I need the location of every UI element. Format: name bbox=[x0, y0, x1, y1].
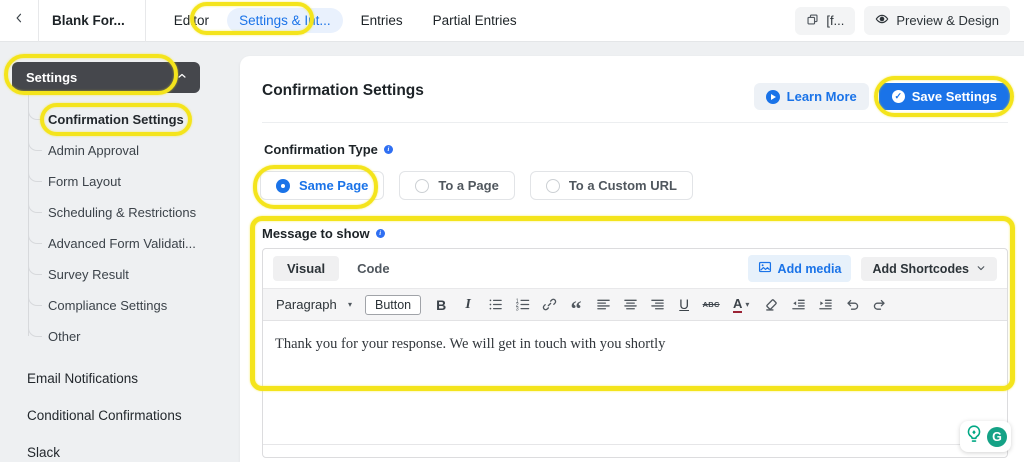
sidebar-item-label: Form Layout bbox=[48, 174, 121, 189]
underline-icon[interactable]: U bbox=[671, 292, 697, 318]
indent-icon[interactable] bbox=[812, 292, 838, 318]
radio-option-label: To a Page bbox=[438, 178, 499, 193]
divider bbox=[144, 0, 146, 42]
editor-tabrow: Visual Code Add media Add Shortcodes bbox=[263, 249, 1007, 288]
shortcode-button-label: [f... bbox=[826, 13, 845, 28]
grammarly-icon: G bbox=[987, 426, 1007, 447]
add-shortcodes-dropdown[interactable]: Add Shortcodes bbox=[861, 256, 997, 281]
sidebar-item-label: Admin Approval bbox=[48, 143, 140, 158]
sidebar-root-list: Email Notifications Conditional Confirmat… bbox=[0, 360, 240, 462]
sidebar-item-label: Survey Result bbox=[48, 267, 129, 282]
settings-sidebar: Settings Confirmation Settings Admin Appr… bbox=[0, 42, 240, 462]
tab-partial-entries[interactable]: Partial Entries bbox=[421, 8, 529, 33]
media-icon bbox=[758, 260, 772, 277]
form-name[interactable]: Blank For... bbox=[39, 13, 145, 28]
svg-text:3: 3 bbox=[515, 307, 518, 312]
editor-toolbar-icons: Paragraph ▾ Button B I 1 2 3 “ U ABC A ▾ bbox=[263, 288, 1007, 321]
main-panel: Confirmation Settings Learn More ✓ Save … bbox=[240, 56, 1024, 462]
sidebar-group-list: Confirmation Settings Admin Approval Form … bbox=[0, 98, 240, 352]
link-icon[interactable] bbox=[536, 292, 562, 318]
radio-icon bbox=[545, 178, 560, 193]
info-icon[interactable]: i bbox=[383, 145, 393, 154]
sidebar-item-other[interactable]: Other bbox=[0, 315, 240, 352]
confirmation-type-label: Confirmation Type i bbox=[264, 142, 393, 157]
radio-option-to-a-custom-url[interactable]: To a Custom URL bbox=[529, 171, 693, 200]
caret-down-icon: ▾ bbox=[347, 300, 352, 309]
sidebar-item-conditional-confirmations[interactable]: Conditional Confirmations bbox=[0, 397, 240, 434]
add-media-label: Add media bbox=[777, 261, 842, 276]
paragraph-dropdown-label: Paragraph bbox=[276, 297, 337, 312]
chevron-down-icon bbox=[976, 262, 986, 276]
editor-tab-visual[interactable]: Visual bbox=[273, 256, 340, 281]
undo-icon[interactable] bbox=[839, 292, 865, 318]
sidebar-settings-label: Settings bbox=[26, 70, 78, 85]
sidebar-item-label: Scheduling & Restrictions bbox=[48, 205, 197, 220]
sidebar-settings-header[interactable]: Settings bbox=[12, 62, 200, 93]
back-button[interactable] bbox=[0, 0, 38, 42]
redo-icon[interactable] bbox=[866, 292, 892, 318]
tab-editor[interactable]: Editor bbox=[162, 8, 221, 33]
sidebar-item-email-notifications[interactable]: Email Notifications bbox=[0, 360, 240, 397]
tab-settings-int[interactable]: Settings & Int... bbox=[227, 8, 343, 33]
confirmation-type-options: Same Page To a Page To a Custom URL bbox=[260, 171, 693, 200]
align-right-icon[interactable] bbox=[644, 292, 670, 318]
topbar-tabs: Editor Settings & Int... Entries Partial En… bbox=[162, 8, 529, 33]
grammarly-widget[interactable]: G bbox=[960, 421, 1011, 452]
sidebar-item-label: Confirmation Settings bbox=[48, 112, 184, 127]
check-circle-icon: ✓ bbox=[891, 90, 905, 103]
preview-design-label: Preview & Design bbox=[896, 13, 999, 28]
align-center-icon[interactable] bbox=[617, 292, 643, 318]
tab-entries[interactable]: Entries bbox=[349, 8, 415, 33]
text-color-icon[interactable]: A ▾ bbox=[725, 292, 757, 318]
paragraph-dropdown[interactable]: Paragraph ▾ bbox=[270, 297, 358, 312]
save-settings-label: Save Settings bbox=[911, 89, 997, 104]
sidebar-item-label: Other bbox=[48, 329, 81, 344]
preview-design-button[interactable]: Preview & Design bbox=[864, 6, 1010, 35]
app-window: Blank For... Editor Settings & Int... Entr… bbox=[0, 0, 1024, 462]
sidebar-item-slack[interactable]: Slack bbox=[0, 434, 240, 462]
shortcode-button[interactable]: [f... bbox=[795, 6, 856, 35]
italic-icon[interactable]: I bbox=[455, 292, 481, 318]
bulleted-list-icon[interactable] bbox=[482, 292, 508, 318]
radio-option-to-a-page[interactable]: To a Page bbox=[399, 171, 515, 200]
align-left-icon[interactable] bbox=[590, 292, 616, 318]
editor-content-area[interactable]: Thank you for your response. We will get… bbox=[263, 321, 1007, 444]
add-media-button[interactable]: Add media bbox=[747, 255, 852, 282]
sidebar-item-label: Compliance Settings bbox=[48, 298, 168, 313]
lightbulb-icon bbox=[964, 424, 984, 449]
chevron-up-icon bbox=[176, 70, 188, 85]
add-shortcodes-label: Add Shortcodes bbox=[872, 261, 969, 276]
sidebar-item-label: Advanced Form Validati... bbox=[48, 236, 196, 251]
radio-option-same-page[interactable]: Same Page bbox=[260, 171, 385, 200]
back-chevron-icon bbox=[13, 10, 25, 31]
topbar: Blank For... Editor Settings & Int... Entr… bbox=[0, 0, 1024, 42]
blockquote-icon[interactable]: “ bbox=[563, 292, 589, 320]
divider bbox=[262, 122, 1008, 123]
learn-more-button[interactable]: Learn More bbox=[753, 83, 869, 110]
radio-option-label: To a Custom URL bbox=[568, 178, 677, 193]
strikethrough-icon[interactable]: ABC bbox=[698, 292, 724, 318]
insert-button-tool[interactable]: Button bbox=[365, 294, 422, 315]
page-title: Confirmation Settings bbox=[262, 82, 424, 99]
copy-icon bbox=[806, 13, 819, 29]
play-icon bbox=[765, 89, 780, 104]
save-settings-button[interactable]: ✓ Save Settings bbox=[878, 83, 1010, 110]
editor-statusbar bbox=[263, 444, 1007, 457]
radio-icon bbox=[415, 178, 430, 193]
radio-option-label: Same Page bbox=[299, 178, 369, 193]
message-to-show-label: Message to show i bbox=[262, 226, 385, 241]
info-icon[interactable]: i bbox=[375, 229, 385, 238]
header-actions: Learn More ✓ Save Settings bbox=[753, 83, 1010, 110]
radio-icon bbox=[276, 178, 290, 193]
outdent-icon[interactable] bbox=[785, 292, 811, 318]
editor-tab-code[interactable]: Code bbox=[343, 256, 404, 281]
confirmation-message-text[interactable]: Thank you for your response. We will get… bbox=[263, 321, 1007, 368]
eye-icon bbox=[875, 12, 889, 29]
bold-icon[interactable]: B bbox=[428, 292, 454, 318]
clear-formatting-icon[interactable] bbox=[758, 292, 784, 318]
editor-mode-tabs: Visual Code bbox=[273, 256, 408, 281]
numbered-list-icon[interactable]: 123 bbox=[509, 292, 535, 318]
learn-more-label: Learn More bbox=[786, 89, 857, 104]
message-editor: Visual Code Add media Add Shortcodes Par… bbox=[262, 248, 1011, 458]
